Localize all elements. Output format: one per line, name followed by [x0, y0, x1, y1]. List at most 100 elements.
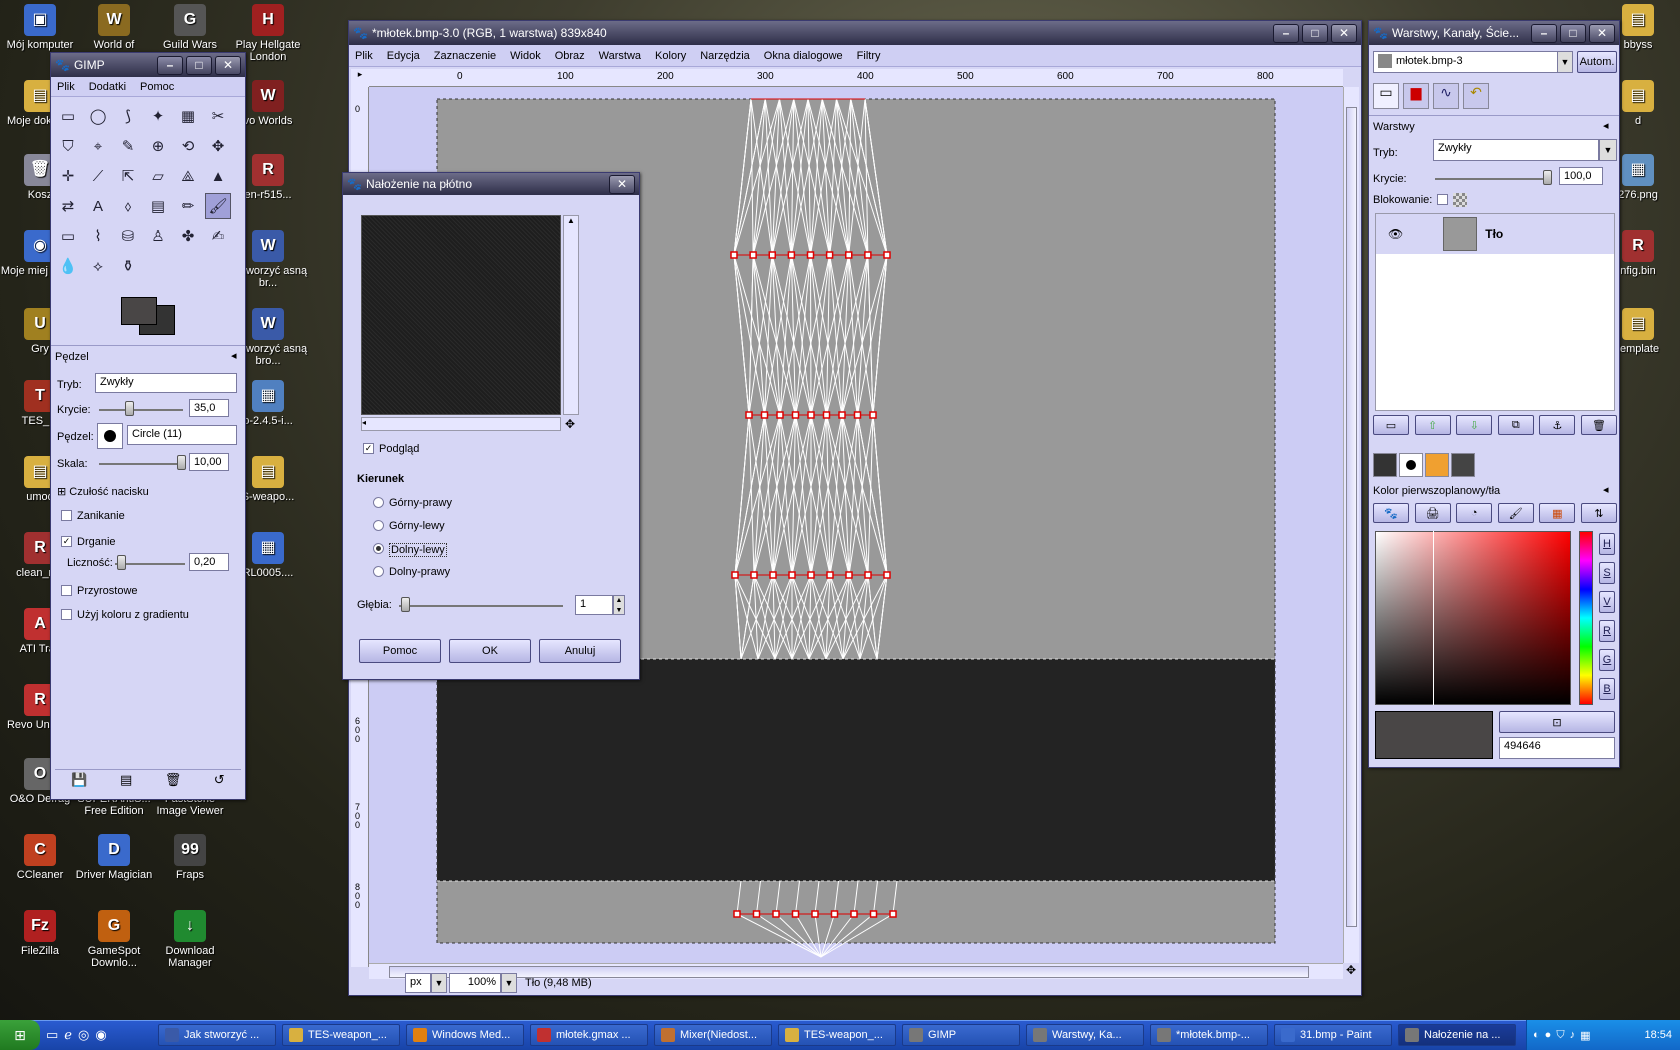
triangle-selector-icon[interactable]: ◔ — [1456, 503, 1493, 523]
mesh-vertex[interactable] — [864, 571, 872, 579]
watercolor-selector-icon[interactable]: 🖌 — [1497, 503, 1534, 523]
scale-input[interactable]: 10,00 — [189, 453, 229, 471]
gimp-selector-icon[interactable]: 🐾 — [1373, 503, 1409, 523]
taskbar-item[interactable]: Mixer(Niedost... — [654, 1024, 772, 1046]
mesh-vertex[interactable] — [845, 571, 853, 579]
crop-icon[interactable]: ⟋ — [85, 163, 111, 189]
minimize-button[interactable]: – — [157, 55, 183, 75]
menu-item[interactable]: Widok — [510, 50, 541, 62]
taskbar-item[interactable]: Warstwy, Ka... — [1026, 1024, 1144, 1046]
color-history-button[interactable]: ⊡ — [1499, 711, 1615, 733]
foreground-color-swatch[interactable] — [121, 297, 157, 325]
hex-input[interactable]: 494646 — [1499, 737, 1615, 759]
vertical-scrollbar[interactable] — [1343, 87, 1359, 963]
paintbrush-icon[interactable]: 🖌 — [205, 193, 231, 219]
menu-item[interactable]: Narzędzia — [700, 50, 750, 62]
align-icon[interactable]: ✛ — [55, 163, 81, 189]
blend-icon[interactable]: ▤ — [145, 193, 171, 219]
direction-radio[interactable] — [373, 543, 384, 554]
tab-paths-icon[interactable]: ∿ — [1433, 83, 1459, 109]
close-button[interactable]: ✕ — [1331, 23, 1357, 43]
paths-icon[interactable]: ⌖ — [85, 133, 111, 159]
foreground-select-icon[interactable]: ⛉ — [55, 133, 81, 159]
tab-menu-icon[interactable]: ◂ — [231, 349, 237, 362]
layer-name[interactable]: Tło — [1485, 227, 1503, 241]
menu-item[interactable]: Filtry — [857, 50, 881, 62]
delete-options-icon[interactable]: 🗑 — [165, 772, 182, 791]
mesh-vertex[interactable] — [772, 910, 780, 918]
mesh-vertex[interactable] — [791, 411, 800, 419]
desktop-icon[interactable]: 99 Fraps — [150, 834, 230, 881]
mesh-vertex[interactable] — [730, 251, 738, 259]
mesh-vertex[interactable] — [776, 411, 784, 419]
zoom-select[interactable]: 100% — [449, 973, 501, 993]
volume-icon[interactable]: ♪ — [1570, 1029, 1576, 1041]
tab-patterns-icon[interactable] — [1425, 453, 1449, 477]
desktop-icon[interactable]: G Guild Wars — [150, 4, 230, 51]
channel-button[interactable]: H — [1599, 533, 1615, 555]
eraser-icon[interactable]: ▭ — [55, 223, 81, 249]
dodge-burn-icon[interactable]: ⚱ — [115, 253, 141, 279]
menu-item[interactable]: Kolory — [655, 50, 686, 62]
desktop-icon[interactable]: C CCleaner — [0, 834, 80, 881]
menu-item[interactable]: Plik — [355, 50, 373, 62]
desktop-icon[interactable]: G GameSpot Downlo... — [74, 910, 154, 969]
restore-options-icon[interactable]: ▤ — [120, 772, 132, 791]
mesh-vertex[interactable] — [760, 411, 769, 419]
mesh-vertex[interactable] — [869, 411, 877, 419]
direction-radio[interactable] — [373, 566, 384, 577]
scale-slider[interactable] — [177, 455, 186, 470]
shield-icon[interactable]: ⛉ — [1556, 1029, 1564, 1042]
bucket-fill-icon[interactable]: ⬨ — [115, 193, 141, 219]
taskbar-item[interactable]: TES-weapon_... — [282, 1024, 400, 1046]
preview-hscroll[interactable]: ◂ — [361, 417, 561, 431]
mesh-vertex[interactable] — [807, 571, 815, 579]
opacity-input[interactable]: 35,0 — [189, 399, 229, 417]
maximize-button[interactable]: □ — [186, 55, 212, 75]
depth-spinner[interactable]: ▲ ▼ — [613, 595, 625, 615]
mesh-vertex[interactable] — [806, 251, 815, 259]
brush-preview[interactable] — [97, 423, 123, 449]
mesh-vertex[interactable] — [750, 571, 758, 579]
maximize-button[interactable]: □ — [1560, 23, 1586, 43]
mesh-vertex[interactable] — [811, 910, 819, 918]
delete-layer-icon[interactable]: 🗑 — [1580, 415, 1617, 435]
preview-vscroll[interactable]: ▲ — [563, 215, 579, 415]
jitter-amount-slider[interactable] — [117, 555, 126, 570]
direction-radio[interactable] — [373, 520, 384, 531]
smudge-icon[interactable]: ⟡ — [85, 253, 111, 279]
network-icon[interactable]: ▦ — [1580, 1029, 1590, 1042]
jitter-amount-input[interactable]: 0,20 — [189, 553, 229, 571]
desktop-icon[interactable]: ▣ Mój komputer — [0, 4, 80, 51]
blur-icon[interactable]: 💧 — [55, 253, 81, 279]
close-button[interactable]: ✕ — [215, 55, 241, 75]
firefox-icon[interactable]: ◉ — [95, 1027, 106, 1043]
fade-checkbox[interactable] — [61, 510, 72, 521]
mesh-vertex[interactable] — [787, 251, 796, 259]
cmyk-selector-icon[interactable]: 🖨 — [1414, 503, 1451, 523]
menu-pomoc[interactable]: Pomoc — [140, 81, 174, 93]
mesh-vertex[interactable] — [869, 910, 878, 918]
layer-row[interactable]: 👁 Tło — [1376, 214, 1614, 254]
taskbar-item[interactable]: Jak stworzyć ... — [158, 1024, 276, 1046]
mesh-vertex[interactable] — [822, 411, 831, 419]
mode-dropdown-icon[interactable]: ▼ — [1599, 139, 1617, 161]
tab-layers-icon[interactable]: ▭ — [1373, 83, 1399, 109]
tab-fg-bg-icon[interactable] — [1373, 453, 1397, 477]
hue-slider[interactable] — [1579, 531, 1593, 705]
menu-item[interactable]: Edycja — [387, 50, 420, 62]
mesh-vertex[interactable] — [745, 411, 753, 419]
scissors-icon[interactable]: ✂ — [205, 103, 231, 129]
mesh-vertex[interactable] — [825, 251, 834, 259]
mesh-vertex[interactable] — [788, 571, 796, 579]
direction-radio[interactable] — [373, 497, 384, 508]
preview-navigate-icon[interactable]: ✥ — [565, 417, 575, 431]
menu-item[interactable]: Warstwa — [599, 50, 641, 62]
tab-menu-icon[interactable]: ◂ — [1603, 119, 1609, 132]
incremental-checkbox[interactable] — [61, 585, 72, 596]
preview-checkbox[interactable]: ✓ — [363, 443, 374, 454]
measure-icon[interactable]: ⟲ — [175, 133, 201, 159]
shear-icon[interactable]: ⟁ — [175, 163, 201, 189]
channel-button[interactable]: B — [1599, 678, 1615, 700]
mesh-vertex[interactable] — [752, 910, 761, 918]
